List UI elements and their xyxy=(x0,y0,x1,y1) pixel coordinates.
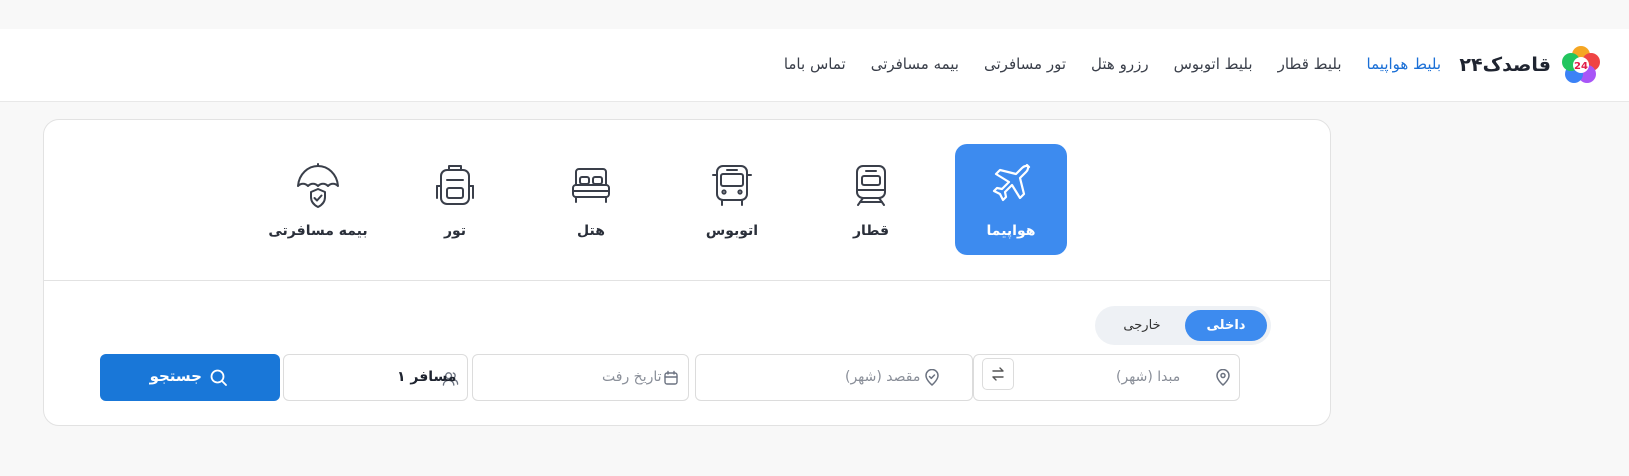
nav-hotel-booking[interactable]: رزرو هتل xyxy=(1091,55,1149,73)
service-label-hotel: هتل xyxy=(577,223,605,239)
search-button[interactable]: جستجو xyxy=(100,354,280,401)
search-icon xyxy=(210,369,227,386)
swap-cities-button[interactable] xyxy=(982,358,1014,390)
departure-date-field[interactable]: تاریخ رفت xyxy=(472,354,689,401)
nav-flight-tickets[interactable]: بلیط هواپیما xyxy=(1367,55,1441,73)
site-logo[interactable]: قاصدک۲۴ 24 xyxy=(1459,44,1601,86)
logo-mark-icon: 24 xyxy=(1562,46,1600,83)
airplane-icon xyxy=(992,163,1031,202)
passengers-value: ۱ مسافر xyxy=(397,369,457,385)
nav-tours[interactable]: تور مسافرتی xyxy=(984,55,1066,73)
backpack-icon xyxy=(436,165,474,205)
location-pin-icon xyxy=(1216,369,1230,386)
main-nav: بلیط هواپیما بلیط قطار بلیط اتوبوس رزرو … xyxy=(784,55,1441,73)
calendar-icon xyxy=(664,370,678,385)
search-button-label: جستجو xyxy=(149,367,202,385)
service-tab-tour[interactable]: تور xyxy=(399,144,511,255)
trip-type-toggle: داخلی خارجی xyxy=(1095,306,1271,345)
logo-badge: 24 xyxy=(1574,61,1588,72)
logo-text: قاصدک۲۴ xyxy=(1459,54,1551,76)
destination-field[interactable]: مقصد (شهر) xyxy=(695,354,973,401)
service-tab-insurance[interactable]: بیمه مسافرتی xyxy=(262,144,374,255)
service-label-tour: تور xyxy=(443,223,467,239)
trip-type-international[interactable]: خارجی xyxy=(1099,310,1185,341)
service-tab-flight[interactable]: هواپیما xyxy=(955,144,1067,255)
nav-contact[interactable]: تماس باما xyxy=(784,55,846,73)
destination-placeholder: مقصد (شهر) xyxy=(845,369,921,385)
service-label-flight: هواپیما xyxy=(986,223,1036,239)
swap-icon xyxy=(992,367,1004,381)
train-icon xyxy=(856,165,886,206)
top-header: قاصدک۲۴ 24 بلیط هواپیما بلیط قطار بلیط ا… xyxy=(0,29,1629,102)
trip-type-domestic[interactable]: داخلی xyxy=(1185,310,1267,341)
service-tab-bus[interactable]: اتوبوس xyxy=(676,144,788,255)
bus-icon xyxy=(712,165,752,206)
card-divider xyxy=(44,280,1330,281)
service-label-train: قطار xyxy=(852,223,890,239)
nav-bus-tickets[interactable]: بلیط اتوبوس xyxy=(1174,55,1253,73)
service-tab-hotel[interactable]: هتل xyxy=(535,144,647,255)
departure-date-placeholder: تاریخ رفت xyxy=(602,369,662,385)
search-card: هواپیما قطار اتوبوس هتل تور بیمه مسافرتی… xyxy=(43,119,1331,426)
passengers-field[interactable]: ۱ مسافر xyxy=(283,354,468,401)
service-label-bus: اتوبوس xyxy=(705,223,759,239)
nav-train-tickets[interactable]: بلیط قطار xyxy=(1278,55,1342,73)
bed-icon xyxy=(572,168,610,203)
location-check-icon xyxy=(925,369,939,386)
service-label-insurance: بیمه مسافرتی xyxy=(268,223,368,239)
origin-placeholder: مبدا (شهر) xyxy=(1116,369,1181,385)
nav-travel-insurance[interactable]: بیمه مسافرتی xyxy=(871,55,959,73)
service-tab-train[interactable]: قطار xyxy=(815,144,927,255)
umbrella-shield-icon xyxy=(297,163,339,208)
